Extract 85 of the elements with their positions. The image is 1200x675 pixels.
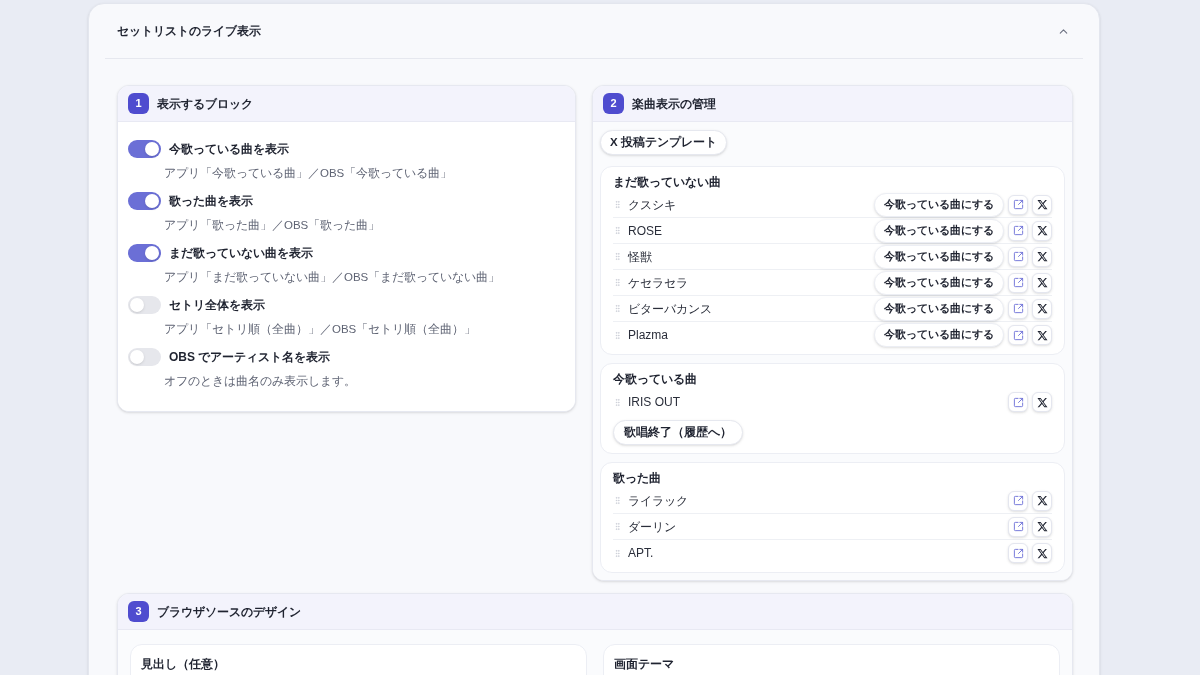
- toggle-description: アプリ「セトリ順（全曲）」／OBS「セトリ順（全曲）」: [163, 322, 478, 337]
- x-logo-icon: [1036, 547, 1048, 559]
- external-link-icon: [1012, 225, 1024, 236]
- external-link-icon: [1012, 495, 1024, 506]
- x-logo-icon: [1036, 495, 1048, 506]
- finish-song-button[interactable]: 歌唱終了（履歴へ）: [613, 420, 743, 445]
- external-link-icon: [1012, 329, 1024, 341]
- section-title: ブラウザソースのデザイン: [157, 603, 301, 621]
- post-to-x-button[interactable]: [1032, 272, 1052, 293]
- toggle-switch[interactable]: [128, 296, 161, 314]
- post-template-button[interactable]: X 投稿テンプレート: [600, 130, 727, 155]
- song-name: ライラック: [628, 492, 688, 510]
- song-name: ケセラセラ: [628, 274, 688, 292]
- group-title: 今歌っている曲: [613, 371, 698, 387]
- post-to-x-button[interactable]: [1032, 490, 1052, 511]
- toggle-description: アプリ「今歌っている曲」／OBS「今歌っている曲」: [163, 166, 454, 181]
- set-current-song-button[interactable]: 今歌っている曲にする: [874, 270, 1004, 295]
- drag-handle-icon[interactable]: [613, 521, 622, 532]
- group-title: 歌った曲: [613, 470, 662, 486]
- external-link-icon: [1012, 277, 1024, 288]
- group-title: まだ歌っていない曲: [613, 174, 722, 190]
- toggle-label: 歌った曲を表示: [169, 193, 253, 209]
- x-logo-icon: [1036, 396, 1048, 408]
- x-logo-icon: [1036, 277, 1048, 288]
- post-to-x-button[interactable]: [1032, 220, 1052, 241]
- external-link-icon: [1012, 199, 1024, 210]
- toggle-label: OBS でアーティスト名を表示: [169, 349, 331, 365]
- song-name: ROSE: [628, 222, 662, 240]
- drag-handle-icon[interactable]: [613, 277, 622, 288]
- drag-handle-icon[interactable]: [613, 225, 622, 236]
- post-to-x-button[interactable]: [1032, 325, 1052, 345]
- step-number-badge: 3: [128, 601, 149, 622]
- external-link-icon: [1012, 547, 1024, 559]
- option-label: 画面テーマ: [614, 657, 674, 671]
- x-logo-icon: [1036, 303, 1048, 314]
- x-logo-icon: [1036, 521, 1048, 532]
- set-current-song-button[interactable]: 今歌っている曲にする: [874, 244, 1004, 269]
- x-logo-icon: [1036, 251, 1048, 262]
- song-name: クスシキ: [628, 196, 676, 214]
- external-link-icon: [1012, 251, 1024, 262]
- toggle-label: 今歌っている曲を表示: [169, 141, 289, 157]
- song-name: 怪獣: [628, 248, 652, 266]
- song-name: Plazma: [628, 327, 668, 344]
- step-number-badge: 1: [128, 93, 149, 114]
- toggle-switch[interactable]: [128, 140, 161, 158]
- panel-title: セットリストのライブ表示: [117, 23, 261, 40]
- x-logo-icon: [1036, 199, 1048, 210]
- post-to-x-button[interactable]: [1032, 298, 1052, 319]
- drag-handle-icon[interactable]: [613, 329, 622, 341]
- drag-handle-icon[interactable]: [613, 396, 622, 408]
- external-link-icon: [1012, 396, 1024, 408]
- option-label: 見出し（任意）: [141, 657, 225, 671]
- song-name: ビターバカンス: [628, 300, 712, 318]
- toggle-label: セトリ全体を表示: [169, 297, 265, 313]
- toggle-label: まだ歌っていない曲を表示: [169, 245, 313, 261]
- external-link-icon: [1012, 303, 1024, 314]
- post-to-x-button[interactable]: [1032, 194, 1052, 215]
- toggle-description: オフのときは曲名のみ表示します。: [163, 374, 357, 389]
- song-name: ダーリン: [628, 518, 676, 536]
- toggle-switch[interactable]: [128, 244, 161, 262]
- external-link-icon: [1012, 521, 1024, 532]
- toggle-switch[interactable]: [128, 348, 161, 366]
- set-current-song-button[interactable]: 今歌っている曲にする: [874, 296, 1004, 321]
- post-to-x-button[interactable]: [1032, 543, 1052, 563]
- set-current-song-button[interactable]: 今歌っている曲にする: [874, 192, 1004, 217]
- drag-handle-icon[interactable]: [613, 199, 622, 210]
- drag-handle-icon[interactable]: [613, 251, 622, 262]
- set-current-song-button[interactable]: 今歌っている曲にする: [874, 218, 1004, 243]
- song-name: IRIS OUT: [628, 394, 680, 411]
- section-title: 表示するブロック: [157, 95, 253, 113]
- drag-handle-icon[interactable]: [613, 495, 622, 506]
- song-name: APT.: [628, 545, 654, 562]
- post-to-x-button[interactable]: [1032, 516, 1052, 537]
- x-logo-icon: [1036, 225, 1048, 236]
- drag-handle-icon[interactable]: [613, 303, 622, 314]
- x-logo-icon: [1036, 329, 1048, 341]
- step-number-badge: 2: [603, 93, 624, 114]
- toggle-description: アプリ「歌った曲」／OBS「歌った曲」: [163, 218, 382, 233]
- toggle-switch[interactable]: [128, 192, 161, 210]
- toggle-description: アプリ「まだ歌っていない曲」／OBS「まだ歌っていない曲」: [163, 270, 502, 285]
- post-to-x-button[interactable]: [1032, 246, 1052, 267]
- drag-handle-icon[interactable]: [613, 547, 622, 559]
- set-current-song-button[interactable]: 今歌っている曲にする: [874, 323, 1004, 347]
- section-title: 楽曲表示の管理: [632, 95, 716, 113]
- post-to-x-button[interactable]: [1032, 392, 1052, 412]
